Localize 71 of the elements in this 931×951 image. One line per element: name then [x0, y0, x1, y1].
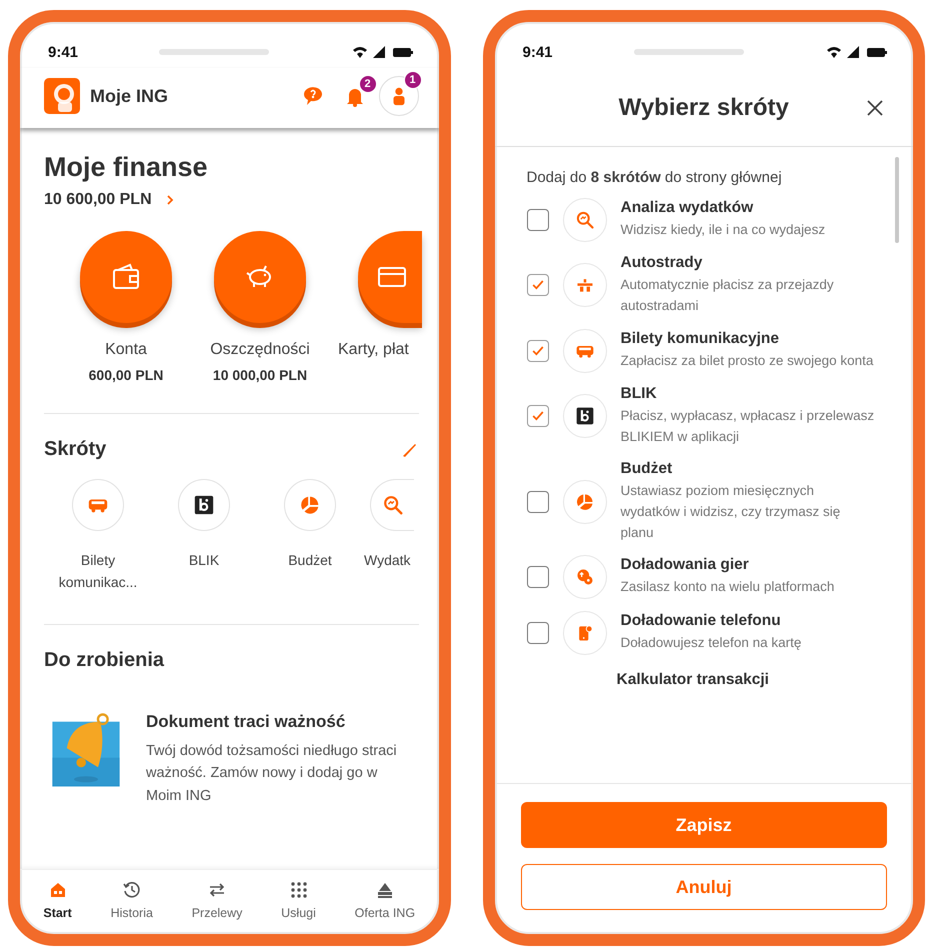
- product-button[interactable]: [358, 231, 422, 323]
- option-title: Bilety komunikacyjne: [620, 330, 780, 348]
- nav-tab[interactable]: Przelewy: [192, 880, 242, 920]
- product-button[interactable]: [80, 231, 172, 323]
- shortcut-label: Bilety komunikac...: [58, 551, 138, 592]
- checkbox[interactable]: [526, 490, 548, 513]
- app-title: Moje ING: [90, 86, 168, 106]
- status-time: 9:41: [522, 44, 553, 60]
- dialog-title: Wybierz skróty: [618, 94, 789, 122]
- signal-icon: [847, 46, 859, 58]
- option-title: Doładowania gier: [620, 556, 750, 574]
- close-icon[interactable]: [865, 98, 885, 118]
- option-title: Kalkulator transakcji: [616, 671, 769, 690]
- checkbox[interactable]: [526, 622, 548, 644]
- signal-icon: [372, 46, 384, 58]
- battery-icon: [867, 48, 887, 57]
- option-description: Zapłacisz za bilet prosto ze swojego konta: [620, 352, 874, 370]
- nav-tab[interactable]: Start: [43, 880, 72, 920]
- checkbox[interactable]: [526, 209, 548, 231]
- nav-tab[interactable]: Historia: [110, 880, 153, 920]
- section-title: Moje finanse: [44, 152, 209, 183]
- nav-tab[interactable]: Usługi: [281, 880, 316, 920]
- cancel-button[interactable]: Anuluj: [520, 864, 887, 910]
- magnifier-icon: [574, 210, 594, 230]
- checkbox[interactable]: [526, 405, 548, 428]
- gamepad-icon: [574, 567, 594, 588]
- product-button[interactable]: [214, 231, 306, 323]
- option-title: Analiza wydatków: [620, 199, 754, 218]
- pie-chart-icon: [299, 494, 321, 516]
- wifi-icon: [827, 47, 841, 58]
- checkbox[interactable]: [526, 566, 548, 588]
- pie-chart-icon: [574, 492, 594, 512]
- option-title: Autostrady: [620, 254, 704, 272]
- notification-badge: 2: [358, 75, 376, 93]
- section-title: Skróty: [44, 438, 106, 461]
- product-label: Oszczędności: [210, 341, 310, 359]
- battery-icon: [392, 48, 412, 57]
- history-icon: [122, 880, 142, 900]
- checkbox[interactable]: [526, 274, 548, 296]
- shortcut-button[interactable]: [178, 479, 230, 531]
- b-logo-icon: [574, 406, 594, 426]
- product-label: Karty, płat: [338, 341, 409, 359]
- option-description: Płacisz, wypłacasz, wpłacasz i przelewasz BLIKIEM w aplikacji: [620, 406, 876, 446]
- total-balance: 10 600,00 PLN: [44, 191, 152, 209]
- product-label: Konta: [105, 341, 147, 359]
- nav-tab[interactable]: Oferta ING: [354, 880, 416, 920]
- shortcut-label: Wydatk: [364, 551, 411, 570]
- status-time: 9:41: [48, 44, 78, 60]
- option-description: Zasilasz konto na wielu platformach: [620, 578, 834, 596]
- option-title: Budżet: [620, 460, 674, 478]
- product-amount: 600,00 PLN: [88, 367, 164, 383]
- save-button[interactable]: Zapisz: [520, 802, 887, 848]
- todo-title: Dokument traci ważność: [146, 712, 346, 732]
- grid-icon: [288, 880, 309, 900]
- intro-text: Dodaj do 8 skrótów do strony głównej: [526, 169, 783, 186]
- option-title: BLIK: [620, 384, 658, 403]
- option-description: Automatycznie płacisz za przejazdy autostradami: [620, 276, 835, 315]
- option-description: Widzisz kiedy, ile i na co wydajesz: [620, 221, 826, 240]
- product-amount: 10 000,00 PLN: [212, 367, 308, 383]
- checkbox[interactable]: [526, 340, 548, 362]
- section-title: Do zrobienia: [44, 648, 166, 672]
- shortcut-label: BLIK: [188, 551, 220, 570]
- option-title: Doładowanie telefonu: [620, 612, 782, 630]
- todo-text: Twój dowód tożsamości niedługo straci ważność. Zamów nowy i dodaj go w Moim ING: [146, 742, 398, 806]
- profile-badge: 1: [404, 71, 422, 89]
- b-logo-icon: [193, 494, 215, 516]
- magnifier-icon: [382, 494, 404, 516]
- option-description: Ustawiasz poziom miesięcznych wydatków i widzisz, czy trzymasz się planu: [620, 482, 842, 542]
- option-description: Doładowujesz telefon na kartę: [620, 634, 802, 652]
- wifi-icon: [352, 47, 366, 58]
- shortcut-label: Budżet: [288, 551, 332, 570]
